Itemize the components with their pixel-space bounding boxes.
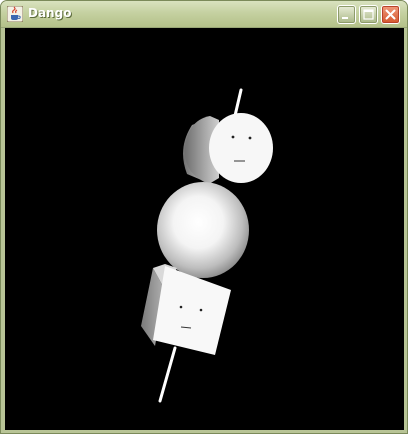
cylinder-dango xyxy=(183,113,273,184)
skewer-bottom xyxy=(158,346,177,403)
maximize-icon xyxy=(363,9,374,20)
cube-dango xyxy=(141,264,231,355)
window-title: Dango xyxy=(28,6,72,20)
minimize-icon xyxy=(342,17,348,19)
title-bar[interactable]: Dango xyxy=(1,1,407,28)
close-icon xyxy=(385,9,396,20)
minimize-button[interactable] xyxy=(337,5,356,24)
app-window: Dango xyxy=(0,0,408,434)
close-button[interactable] xyxy=(381,5,400,24)
java-cup-icon[interactable] xyxy=(7,6,23,22)
dango-scene xyxy=(141,88,273,403)
maximize-button[interactable] xyxy=(359,5,378,24)
sphere-dango xyxy=(157,182,249,278)
render-canvas[interactable] xyxy=(5,28,404,430)
